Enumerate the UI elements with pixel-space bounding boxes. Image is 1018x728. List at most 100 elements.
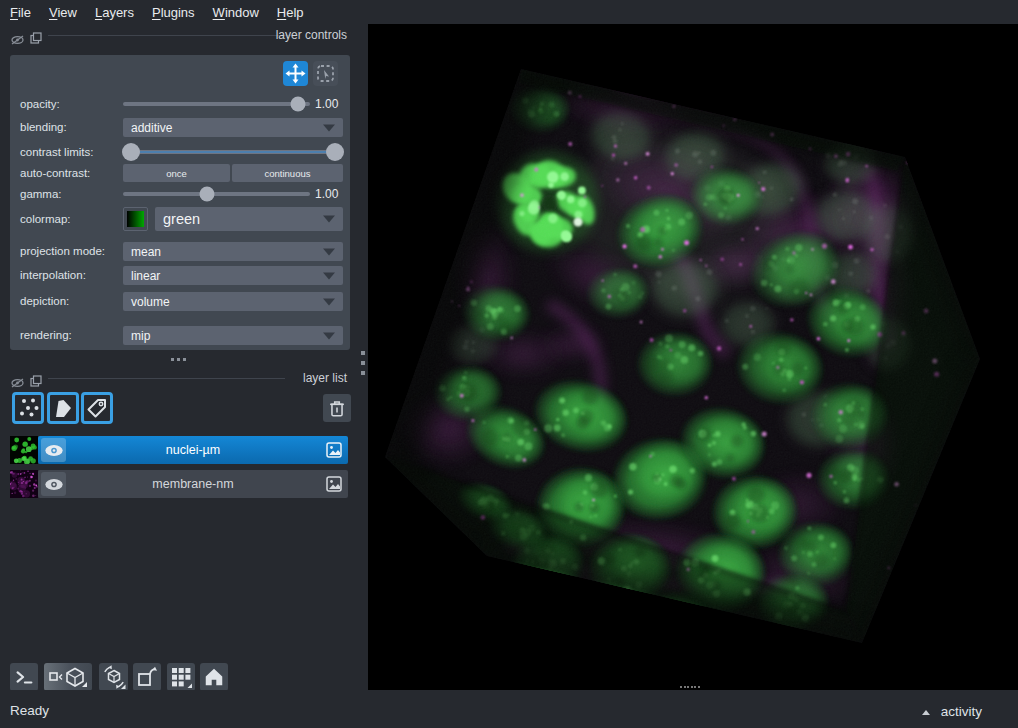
menu-plugins[interactable]: Plugins bbox=[152, 5, 195, 20]
image-layer-icon bbox=[326, 442, 342, 462]
menu-window[interactable]: Window bbox=[213, 5, 259, 20]
opacity-label: opacity: bbox=[20, 98, 60, 110]
menu-layers[interactable]: Layers bbox=[95, 5, 134, 20]
projection-mode-dropdown[interactable]: mean bbox=[123, 242, 343, 261]
console-icon bbox=[13, 666, 35, 688]
depiction-value: volume bbox=[131, 295, 170, 309]
gamma-slider-handle[interactable] bbox=[200, 187, 215, 202]
colormap-label: colormap: bbox=[20, 213, 71, 225]
hide-dock-icon[interactable] bbox=[11, 31, 24, 49]
contrast-limits-slider[interactable] bbox=[123, 150, 343, 154]
colormap-gradient bbox=[127, 211, 144, 227]
projection-mode-value: mean bbox=[131, 245, 161, 259]
activity-expand-icon bbox=[922, 710, 930, 715]
grid-icon bbox=[169, 665, 193, 689]
contrast-min-handle[interactable] bbox=[122, 143, 140, 161]
layer-thumbnail-membrane bbox=[10, 470, 38, 498]
console-button[interactable] bbox=[10, 663, 38, 691]
interpolation-dropdown[interactable]: linear bbox=[123, 266, 343, 285]
toggle-ndisplay-button[interactable] bbox=[44, 663, 92, 691]
contrast-limits-label: contrast limits: bbox=[20, 146, 94, 158]
viewer-canvas[interactable] bbox=[368, 24, 1018, 690]
auto-contrast-once-button[interactable]: once bbox=[123, 164, 230, 182]
layer-controls-panel: opacity: 1.00 blending: additive contras… bbox=[10, 55, 350, 350]
grid-view-button[interactable] bbox=[167, 663, 195, 691]
chevron-down-icon bbox=[323, 124, 335, 131]
depiction-label: depiction: bbox=[20, 295, 69, 307]
contrast-range-fill bbox=[131, 151, 335, 153]
layer-list-dock-title: layer list bbox=[0, 371, 368, 387]
chevron-down-icon bbox=[323, 298, 335, 305]
rendering-label: rendering: bbox=[20, 329, 72, 341]
menu-file[interactable]: File bbox=[10, 5, 31, 20]
projection-mode-label: projection mode: bbox=[20, 245, 105, 257]
chevron-down-icon bbox=[323, 248, 335, 255]
shapes-icon bbox=[50, 395, 76, 421]
contrast-max-handle[interactable] bbox=[326, 143, 344, 161]
layer-list-title: layer list bbox=[303, 371, 347, 386]
dock-title-line bbox=[48, 35, 293, 36]
home-icon bbox=[203, 666, 225, 688]
transpose-icon bbox=[135, 665, 159, 689]
delete-layer-button[interactable] bbox=[323, 394, 351, 422]
interpolation-label: interpolation: bbox=[20, 269, 86, 281]
roll-dimensions-button[interactable] bbox=[99, 663, 128, 691]
new-points-layer-button[interactable] bbox=[12, 392, 44, 424]
continuous-label: continuous bbox=[265, 168, 311, 179]
colormap-value: green bbox=[163, 211, 200, 227]
opacity-slider-handle[interactable] bbox=[291, 97, 306, 112]
activity-button[interactable]: activity bbox=[941, 704, 982, 719]
layer-controls-dock-title: layer controls bbox=[0, 28, 368, 44]
interpolation-value: linear bbox=[131, 269, 160, 283]
gamma-slider[interactable] bbox=[123, 192, 310, 196]
gamma-label: gamma: bbox=[20, 188, 62, 200]
transform-button[interactable] bbox=[313, 61, 338, 86]
menu-view[interactable]: View bbox=[49, 5, 77, 20]
rendering-value: mip bbox=[131, 329, 150, 343]
layer-name: nuclei-µm bbox=[38, 436, 348, 464]
new-labels-layer-button[interactable] bbox=[81, 392, 113, 424]
image-layer-icon bbox=[326, 476, 342, 496]
blending-dropdown[interactable]: additive bbox=[123, 118, 343, 137]
transpose-dimensions-button[interactable] bbox=[133, 663, 161, 691]
home-button[interactable] bbox=[200, 663, 228, 691]
pan-zoom-button[interactable] bbox=[283, 61, 308, 86]
float-dock-icon[interactable] bbox=[30, 373, 42, 391]
trash-icon bbox=[326, 397, 348, 419]
menu-help[interactable]: Help bbox=[277, 5, 304, 20]
panel-resize-handle[interactable] bbox=[171, 358, 186, 361]
status-bar: Ready activity bbox=[0, 690, 1018, 728]
canvas-resize-handle[interactable] bbox=[680, 686, 700, 688]
volume-rendering bbox=[368, 24, 1018, 690]
depiction-dropdown[interactable]: volume bbox=[123, 292, 343, 311]
dock-title-line bbox=[48, 378, 285, 379]
opacity-slider[interactable] bbox=[123, 102, 310, 106]
blending-label: blending: bbox=[20, 121, 67, 133]
menu-bar: File View Layers Plugins Window Help bbox=[0, 0, 1018, 24]
napari-window: { "menubar": { "items": ["File", "View",… bbox=[0, 0, 1018, 728]
colormap-dropdown[interactable]: green bbox=[155, 207, 343, 231]
layer-thumbnail-nuclei bbox=[10, 436, 38, 464]
gamma-value: 1.00 bbox=[315, 187, 338, 201]
layer-controls-title: layer controls bbox=[276, 28, 347, 43]
colormap-swatch[interactable] bbox=[123, 207, 148, 231]
points-icon bbox=[15, 395, 41, 421]
once-label: once bbox=[166, 168, 187, 179]
roll-dimensions-icon bbox=[101, 664, 127, 690]
labels-icon bbox=[84, 395, 110, 421]
status-text: Ready bbox=[10, 703, 49, 718]
chevron-down-icon bbox=[323, 272, 335, 279]
layer-row-nuclei[interactable]: nuclei-µm bbox=[38, 436, 348, 464]
chevron-down-icon bbox=[323, 332, 335, 339]
float-dock-icon[interactable] bbox=[30, 30, 42, 48]
ndisplay-3d-icon bbox=[46, 665, 90, 689]
auto-contrast-label: auto-contrast: bbox=[20, 167, 90, 179]
layer-name: membrane-nm bbox=[38, 470, 348, 498]
rendering-dropdown[interactable]: mip bbox=[123, 326, 343, 345]
layer-row-membrane[interactable]: membrane-nm bbox=[38, 470, 348, 498]
blending-value: additive bbox=[131, 121, 172, 135]
new-shapes-layer-button[interactable] bbox=[47, 392, 79, 424]
auto-contrast-continuous-button[interactable]: continuous bbox=[232, 164, 343, 182]
chevron-down-icon bbox=[323, 216, 335, 223]
hide-dock-icon[interactable] bbox=[11, 374, 24, 392]
